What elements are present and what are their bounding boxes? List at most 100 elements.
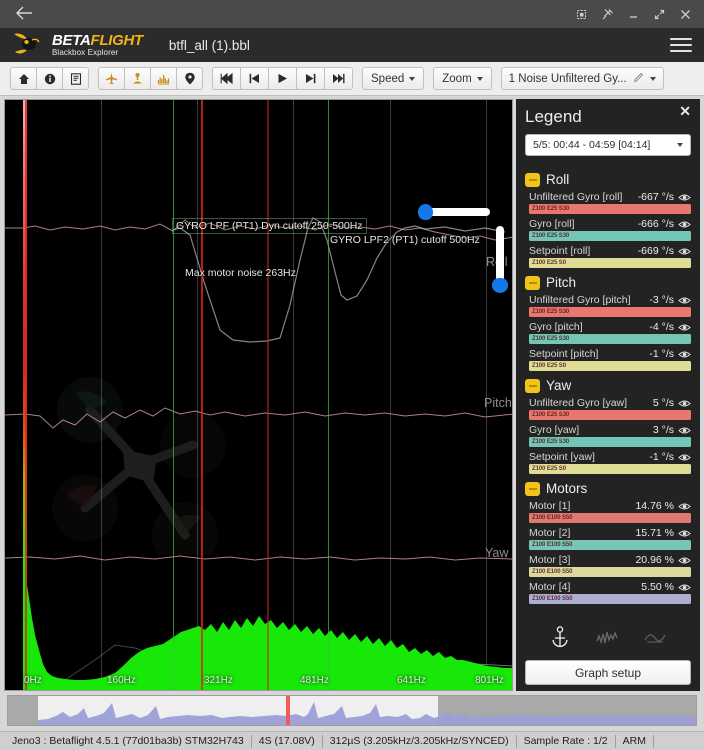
anchor-icon[interactable] [550,626,570,653]
legend-color-bar[interactable]: Z100 E25 S30 [529,231,691,241]
visibility-eye-icon[interactable] [678,220,691,229]
step-back-button[interactable] [240,67,269,90]
skip-end-button[interactable] [324,67,353,90]
legend-field-row: Gyro [pitch] -4 °/s [529,321,691,333]
craft-icon[interactable] [98,67,125,90]
graph-preset-select[interactable]: 1 Noise Unfiltered Gy... [500,67,664,90]
marker-line-red[interactable] [201,100,203,690]
legend-group-header: Roll [525,172,691,187]
marker-icon[interactable] [176,67,203,90]
legend-color-bar[interactable]: Z100 E25 S0 [529,258,691,268]
seekbar-cursor[interactable] [286,696,290,725]
visibility-eye-icon[interactable] [678,426,691,435]
graph-setup-button[interactable]: Graph setup [525,660,691,685]
visibility-eye-icon[interactable] [678,193,691,202]
legend-color-bar[interactable]: Z100 E25 S30 [529,307,691,317]
legend-curve-params: Z100 E25 S30 [532,412,570,418]
home-icon[interactable] [10,67,37,90]
legend-field-label: Gyro [pitch] [529,321,583,333]
drag-handle-icon[interactable] [525,275,540,290]
visibility-eye-icon[interactable] [678,350,691,359]
analyser-icon[interactable] [150,67,177,90]
log-list-icon[interactable] [62,67,89,90]
minimize-icon[interactable] [620,3,646,25]
legend-curve-params: Z100 E25 S0 [532,466,566,472]
legend-color-bar[interactable]: Z100 E100 S50 [529,540,691,550]
info-icon[interactable] [36,67,63,90]
legend-curve-params: Z100 E25 S30 [532,206,570,212]
screenshot-icon[interactable] [568,3,594,25]
horizontal-zoom-slider[interactable] [418,204,490,220]
vertical-zoom-slider[interactable] [492,226,508,293]
legend-color-bar[interactable]: Z100 E25 S0 [529,361,691,371]
visibility-eye-icon[interactable] [678,583,691,592]
legend-field-label: Motor [4] [529,581,571,593]
legend-field-label: Setpoint [roll] [529,245,591,257]
visibility-eye-icon[interactable] [678,399,691,408]
app-logo: BETAFLIGHT Blackbox Explorer [12,30,143,60]
seekbar-throttle-trace [38,702,696,725]
stick-icon[interactable] [124,67,151,90]
maximize-icon[interactable] [646,3,672,25]
drag-handle-icon[interactable] [525,172,540,187]
visibility-eye-icon[interactable] [678,453,691,462]
legend-color-bar[interactable]: Z100 E100 S50 [529,594,691,604]
legend-color-bar[interactable]: Z100 E25 S30 [529,334,691,344]
close-icon[interactable] [672,3,698,25]
marker-line-green[interactable] [173,100,174,690]
axis-tick-0: 0Hz [24,675,42,686]
visibility-eye-icon[interactable] [678,529,691,538]
skip-start-button[interactable] [212,67,241,90]
zoom-dropdown[interactable]: Zoom [433,67,492,90]
legend-color-bar[interactable]: Z100 E100 S50 [529,513,691,523]
step-forward-button[interactable] [296,67,325,90]
pin-icon[interactable] [594,3,620,25]
play-button[interactable] [268,67,297,90]
legend-field: Gyro [pitch] -4 °/s Z100 E25 S30 [529,321,691,344]
noisy-trace-icon[interactable] [596,627,618,652]
vertical-zoom-slider-knob[interactable] [492,278,508,293]
seekbar[interactable] [7,695,697,726]
pencil-edit-icon[interactable] [633,72,644,86]
legend-field-label: Gyro [roll] [529,218,575,230]
speed-dropdown[interactable]: Speed [362,67,425,90]
marker-line-green[interactable] [328,100,329,690]
visibility-eye-icon[interactable] [678,296,691,305]
log-range-select[interactable]: 5/5: 00:44 - 04:59 [04:14] [525,134,691,156]
legend-group-header: Motors [525,481,691,496]
legend-footer: Graph setup [525,620,691,685]
legend-panel: ✕ Legend 5/5: 00:44 - 04:59 [04:14] Roll… [516,99,700,691]
legend-color-bar[interactable]: Z100 E100 S50 [529,567,691,577]
visibility-eye-icon[interactable] [678,556,691,565]
legend-color-bar[interactable]: Z100 E25 S30 [529,437,691,447]
legend-field: Setpoint [pitch] -1 °/s Z100 E25 S0 [529,348,691,371]
legend-close-icon[interactable]: ✕ [679,104,691,118]
legend-group-label: Yaw [546,378,572,393]
legend-field-label: Motor [3] [529,554,571,566]
status-looptime: 312µS (3.205kHz/3.205kHz/SYNCED) [323,734,517,748]
visibility-eye-icon[interactable] [678,502,691,511]
marker-line-red[interactable] [25,100,27,690]
legend-field-row: Motor [1] 14.76 % [529,500,691,512]
cursor-line-red[interactable] [267,100,269,690]
hamburger-menu-icon[interactable] [670,34,692,56]
visibility-eye-icon[interactable] [678,323,691,332]
legend-field-value: 20.96 % [635,554,674,566]
visibility-eye-icon[interactable] [678,247,691,256]
legend-group-motors: Motors Motor [1] 14.76 % Z100 E100 S50 Motor… [525,481,691,604]
legend-color-bar[interactable]: Z100 E25 S0 [529,464,691,474]
back-arrow-icon[interactable] [6,4,43,25]
legend-color-bar[interactable]: Z100 E25 S30 [529,410,691,420]
horizontal-zoom-slider-knob[interactable] [418,204,433,220]
toolbar-group-navigation [10,67,89,90]
legend-color-bar[interactable]: Z100 E25 S30 [529,204,691,214]
drag-handle-icon[interactable] [525,378,540,393]
status-bar: Jeno3 : Betaflight 4.5.1 (77d01ba3b) STM… [0,731,704,750]
smooth-trace-icon[interactable] [644,627,666,652]
chevron-down-icon [649,76,656,81]
drag-handle-icon[interactable] [525,481,540,496]
legend-curve-params: Z100 E25 S30 [532,439,570,445]
legend-field-value: -1 °/s [649,348,674,360]
legend-field-label: Motor [2] [529,527,571,539]
graph-canvas[interactable]: GYRO LPF (PT1) Dyn cutoff 250-500Hz GYRO… [4,99,513,691]
